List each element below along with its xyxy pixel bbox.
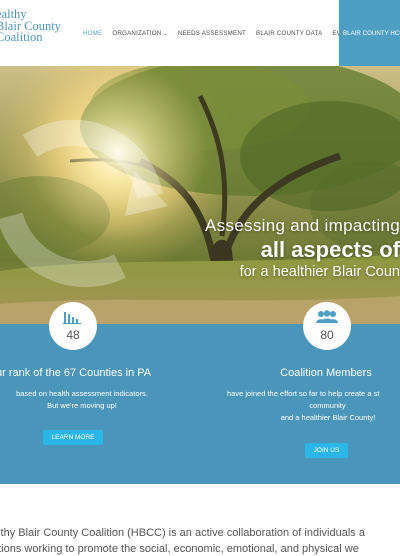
chevron-down-icon: ⌄ (163, 30, 168, 37)
members-stat-circle: 80 (303, 302, 351, 350)
nav-item-needs-assessment[interactable]: NEEDS ASSESSMENT (173, 30, 251, 37)
hero-tagline-line-3: for a healthier Blair Coun (239, 264, 400, 280)
nav-item-organization-label: ORGANIZATION (112, 29, 162, 37)
main-nav: HOME ORGANIZATION ⌄ NEEDS ASSESSMENT BLAI… (78, 0, 363, 66)
rank-desc-line-2: But we're moving up! (47, 401, 117, 410)
nav-item-organization[interactable]: ORGANIZATION ⌄ (107, 30, 172, 37)
intro-line-2: ations working to promote the social, ec… (0, 543, 359, 555)
nav-item-blair-county-hci[interactable]: BLAIR COUNTY HCI (339, 0, 400, 66)
rank-stat-circle: 48 (49, 302, 97, 350)
members-title: Coalition Members (280, 367, 372, 379)
members-value: 80 (320, 328, 334, 342)
hero-tree-image (0, 66, 400, 324)
bar-chart-icon (63, 312, 81, 324)
learn-more-button[interactable]: LEARN MORE (43, 430, 103, 445)
nav-item-blair-county-data[interactable]: BLAIR COUNTY DATA (251, 30, 327, 37)
people-icon (316, 310, 338, 323)
site-logo[interactable]: ealthy Blair County Coalition (0, 8, 61, 44)
site-header: ealthy Blair County Coalition HOME ORGAN… (0, 0, 400, 66)
rank-title: ur rank of the 67 Counties in PA (0, 367, 152, 379)
hero-tagline: Assessing and impacting all aspects of f… (205, 216, 400, 280)
join-us-button[interactable]: JOIN US (305, 443, 348, 458)
stats-band: 48 ur rank of the 67 Counties in PA base… (0, 302, 400, 484)
intro-line-1: althy Blair County Coalition (HBCC) is a… (0, 527, 365, 539)
intro-paragraph: althy Blair County Coalition (HBCC) is a… (0, 525, 400, 556)
hero-banner: Assessing and impacting all aspects of f… (0, 66, 400, 324)
hero-tagline-line-2: all aspects of (260, 237, 400, 262)
rank-desc-line-1: based on health assessment indicators. (16, 389, 148, 398)
nav-item-home[interactable]: HOME (78, 30, 107, 37)
hero-tagline-line-1: Assessing and impacting (205, 216, 400, 235)
members-desc-line-3: and a healthier Blair County! (280, 413, 376, 422)
logo-line-3: Coalition (0, 30, 43, 44)
members-desc-line-1: have joined the effort so far to help cr… (227, 389, 380, 398)
rank-value: 48 (66, 328, 80, 342)
members-desc-line-2: community (309, 401, 346, 410)
